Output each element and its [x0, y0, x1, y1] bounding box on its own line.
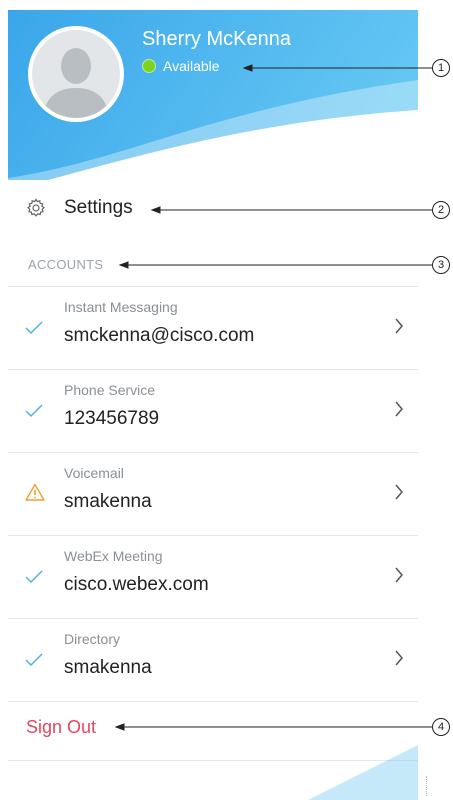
callout-1: 1	[432, 59, 450, 77]
callout-4: 4	[432, 718, 450, 736]
callout-3: 3	[432, 256, 450, 274]
callout-lines	[114, 64, 432, 731]
callout-2: 2	[432, 201, 450, 219]
